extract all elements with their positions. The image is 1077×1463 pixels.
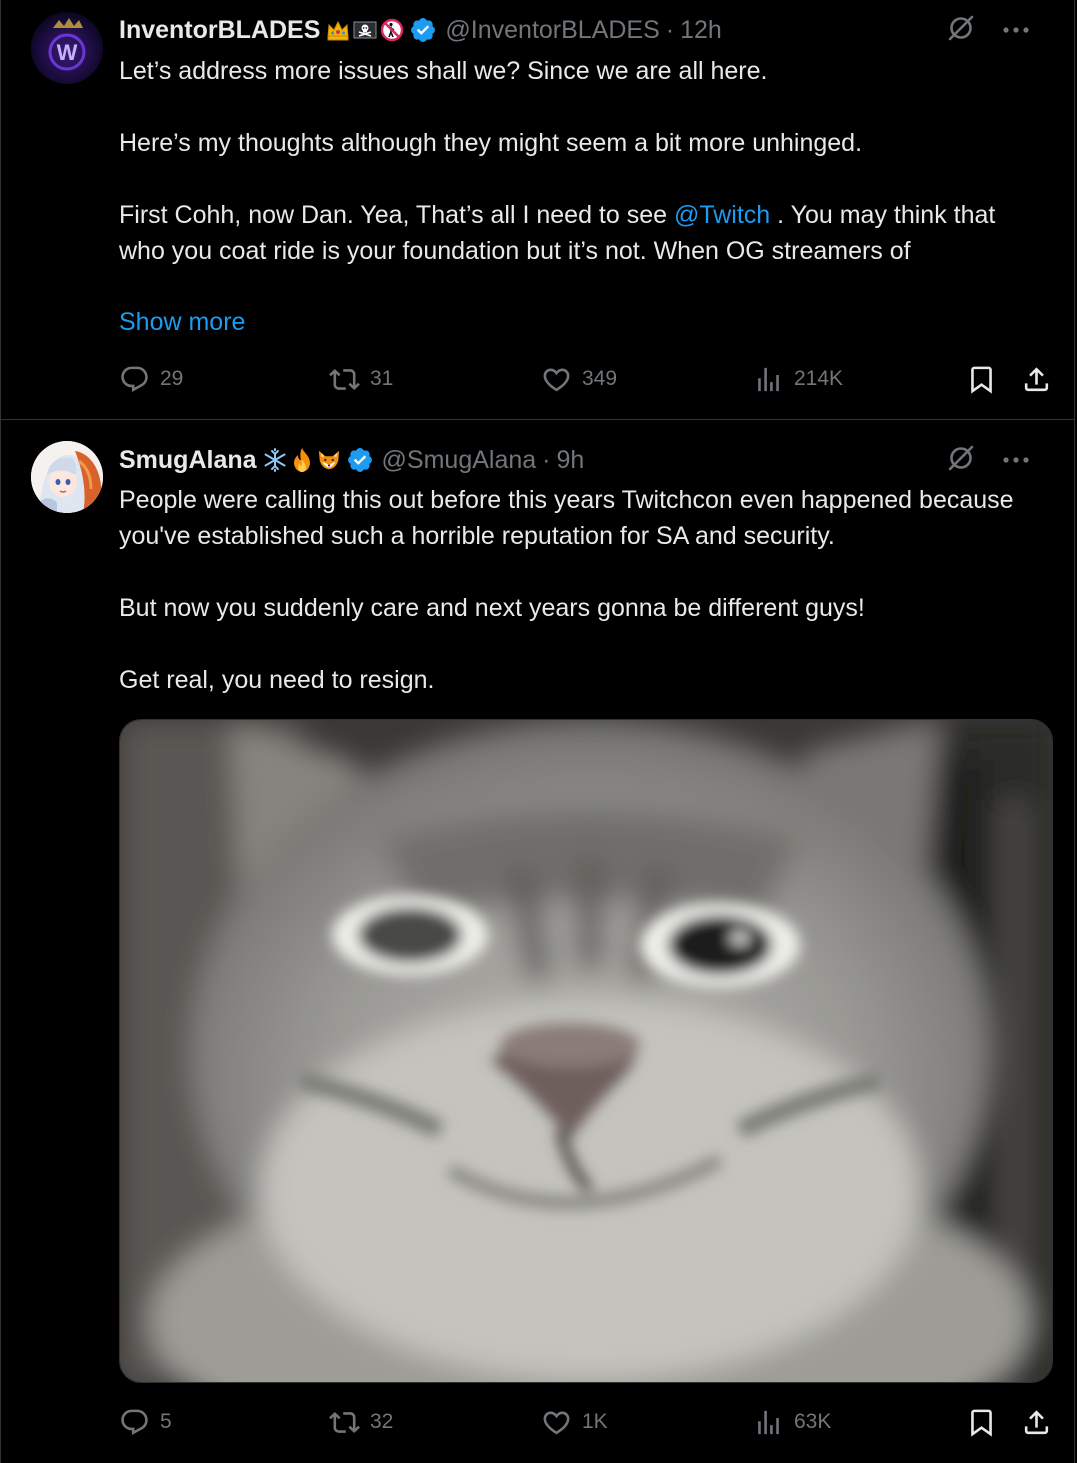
- pirate-flag-emoji: [353, 18, 377, 42]
- no-littering-emoji: [380, 18, 404, 42]
- heart-icon: [543, 368, 570, 391]
- view-count: 214K: [794, 367, 844, 390]
- views-icon: [758, 367, 779, 391]
- tweet-paragraph: But now you suddenly care and next years…: [119, 594, 865, 622]
- tweet-paragraph: Let’s address more issues shall we? Sinc…: [119, 57, 768, 85]
- tweet-actions: 29 31 349 214K: [119, 361, 1049, 397]
- repost-button[interactable]: 31: [329, 361, 393, 397]
- reply-count: 5: [160, 1410, 172, 1433]
- reply-button[interactable]: 29: [119, 361, 183, 397]
- tweet-text: People were calling this out before this…: [119, 482, 1034, 698]
- bookmark-icon: [971, 1409, 992, 1437]
- views-button[interactable]: 63K: [753, 1404, 831, 1440]
- grok-icon[interactable]: [946, 443, 976, 478]
- crown-emoji: [326, 18, 350, 42]
- tweet-paragraph: Get real, you need to resign.: [119, 666, 435, 694]
- verified-badge-icon[interactable]: [346, 446, 374, 474]
- repost-icon: [329, 1411, 360, 1433]
- more-options-icon[interactable]: [1002, 451, 1030, 469]
- cat-photo[interactable]: [119, 719, 1053, 1383]
- grok-icon[interactable]: [946, 13, 976, 48]
- reply-count: 29: [160, 367, 184, 390]
- separator-dot: ·: [665, 15, 675, 44]
- svg-text:W: W: [57, 40, 78, 65]
- share-icon: [1024, 1409, 1049, 1434]
- tweet-paragraph: First Cohh, now Dan. Yea, That’s all I n…: [119, 197, 1034, 269]
- bookmark-button[interactable]: [966, 361, 997, 397]
- fire-emoji: [290, 448, 314, 472]
- tweet-paragraph: People were calling this out before this…: [119, 486, 1014, 550]
- snowflake-emoji: [263, 448, 287, 472]
- tweet-header: SmugAlana @SmugAlana · 9h: [119, 442, 1054, 478]
- bookmark-button[interactable]: [966, 1404, 997, 1440]
- reply-icon: [121, 1409, 148, 1435]
- fox-emoji: [317, 448, 341, 472]
- tweet-text: Let’s address more issues shall we? Sinc…: [119, 53, 1034, 269]
- verified-badge-icon[interactable]: [409, 16, 437, 44]
- header-actions: [946, 443, 1030, 478]
- views-icon: [758, 1410, 779, 1434]
- timeline: W InventorBLADES @InventorBLADES · 12h L…: [0, 0, 1075, 1463]
- like-button[interactable]: 349: [541, 361, 617, 397]
- timestamp[interactable]: 9h: [557, 446, 585, 475]
- heart-icon: [543, 1411, 570, 1434]
- mention-link[interactable]: @Twitch: [674, 201, 770, 229]
- tweet-header: InventorBLADES @InventorBLADES · 12h: [119, 12, 1054, 48]
- repost-count: 32: [370, 1410, 394, 1433]
- show-more-link[interactable]: Show more: [119, 304, 245, 340]
- tweet[interactable]: W InventorBLADES @InventorBLADES · 12h L…: [1, 0, 1074, 420]
- tweet-text-segment: First Cohh, now Dan. Yea, That’s all I n…: [119, 201, 674, 229]
- like-button[interactable]: 1K: [541, 1404, 608, 1440]
- display-name[interactable]: SmugAlana: [119, 446, 257, 475]
- like-count: 1K: [582, 1410, 608, 1433]
- bookmark-icon: [971, 366, 992, 394]
- header-actions: [946, 13, 1030, 48]
- reply-icon: [121, 366, 148, 392]
- handle[interactable]: @SmugAlana: [382, 446, 537, 475]
- more-options-icon[interactable]: [1002, 21, 1030, 39]
- repost-icon: [329, 368, 360, 390]
- share-button[interactable]: [1021, 361, 1052, 397]
- timestamp[interactable]: 12h: [680, 16, 722, 45]
- avatar[interactable]: [31, 441, 103, 513]
- repost-count: 31: [370, 367, 394, 390]
- reply-button[interactable]: 5: [119, 1404, 172, 1440]
- display-name[interactable]: InventorBLADES: [119, 16, 320, 45]
- avatar[interactable]: W: [31, 12, 103, 84]
- share-button[interactable]: [1021, 1404, 1052, 1440]
- like-count: 349: [582, 367, 618, 390]
- tweet-actions: 5 32 1K 63K: [119, 1404, 1049, 1440]
- tweet-paragraph: Here’s my thoughts although they might s…: [119, 129, 863, 157]
- share-icon: [1024, 366, 1049, 391]
- separator-dot: ·: [542, 445, 551, 474]
- repost-button[interactable]: 32: [329, 1404, 393, 1440]
- views-button[interactable]: 214K: [753, 361, 843, 397]
- view-count: 63K: [794, 1410, 832, 1433]
- tweet[interactable]: SmugAlana @SmugAlana · 9h People were ca…: [1, 421, 1074, 1463]
- handle[interactable]: @InventorBLADES: [445, 16, 659, 45]
